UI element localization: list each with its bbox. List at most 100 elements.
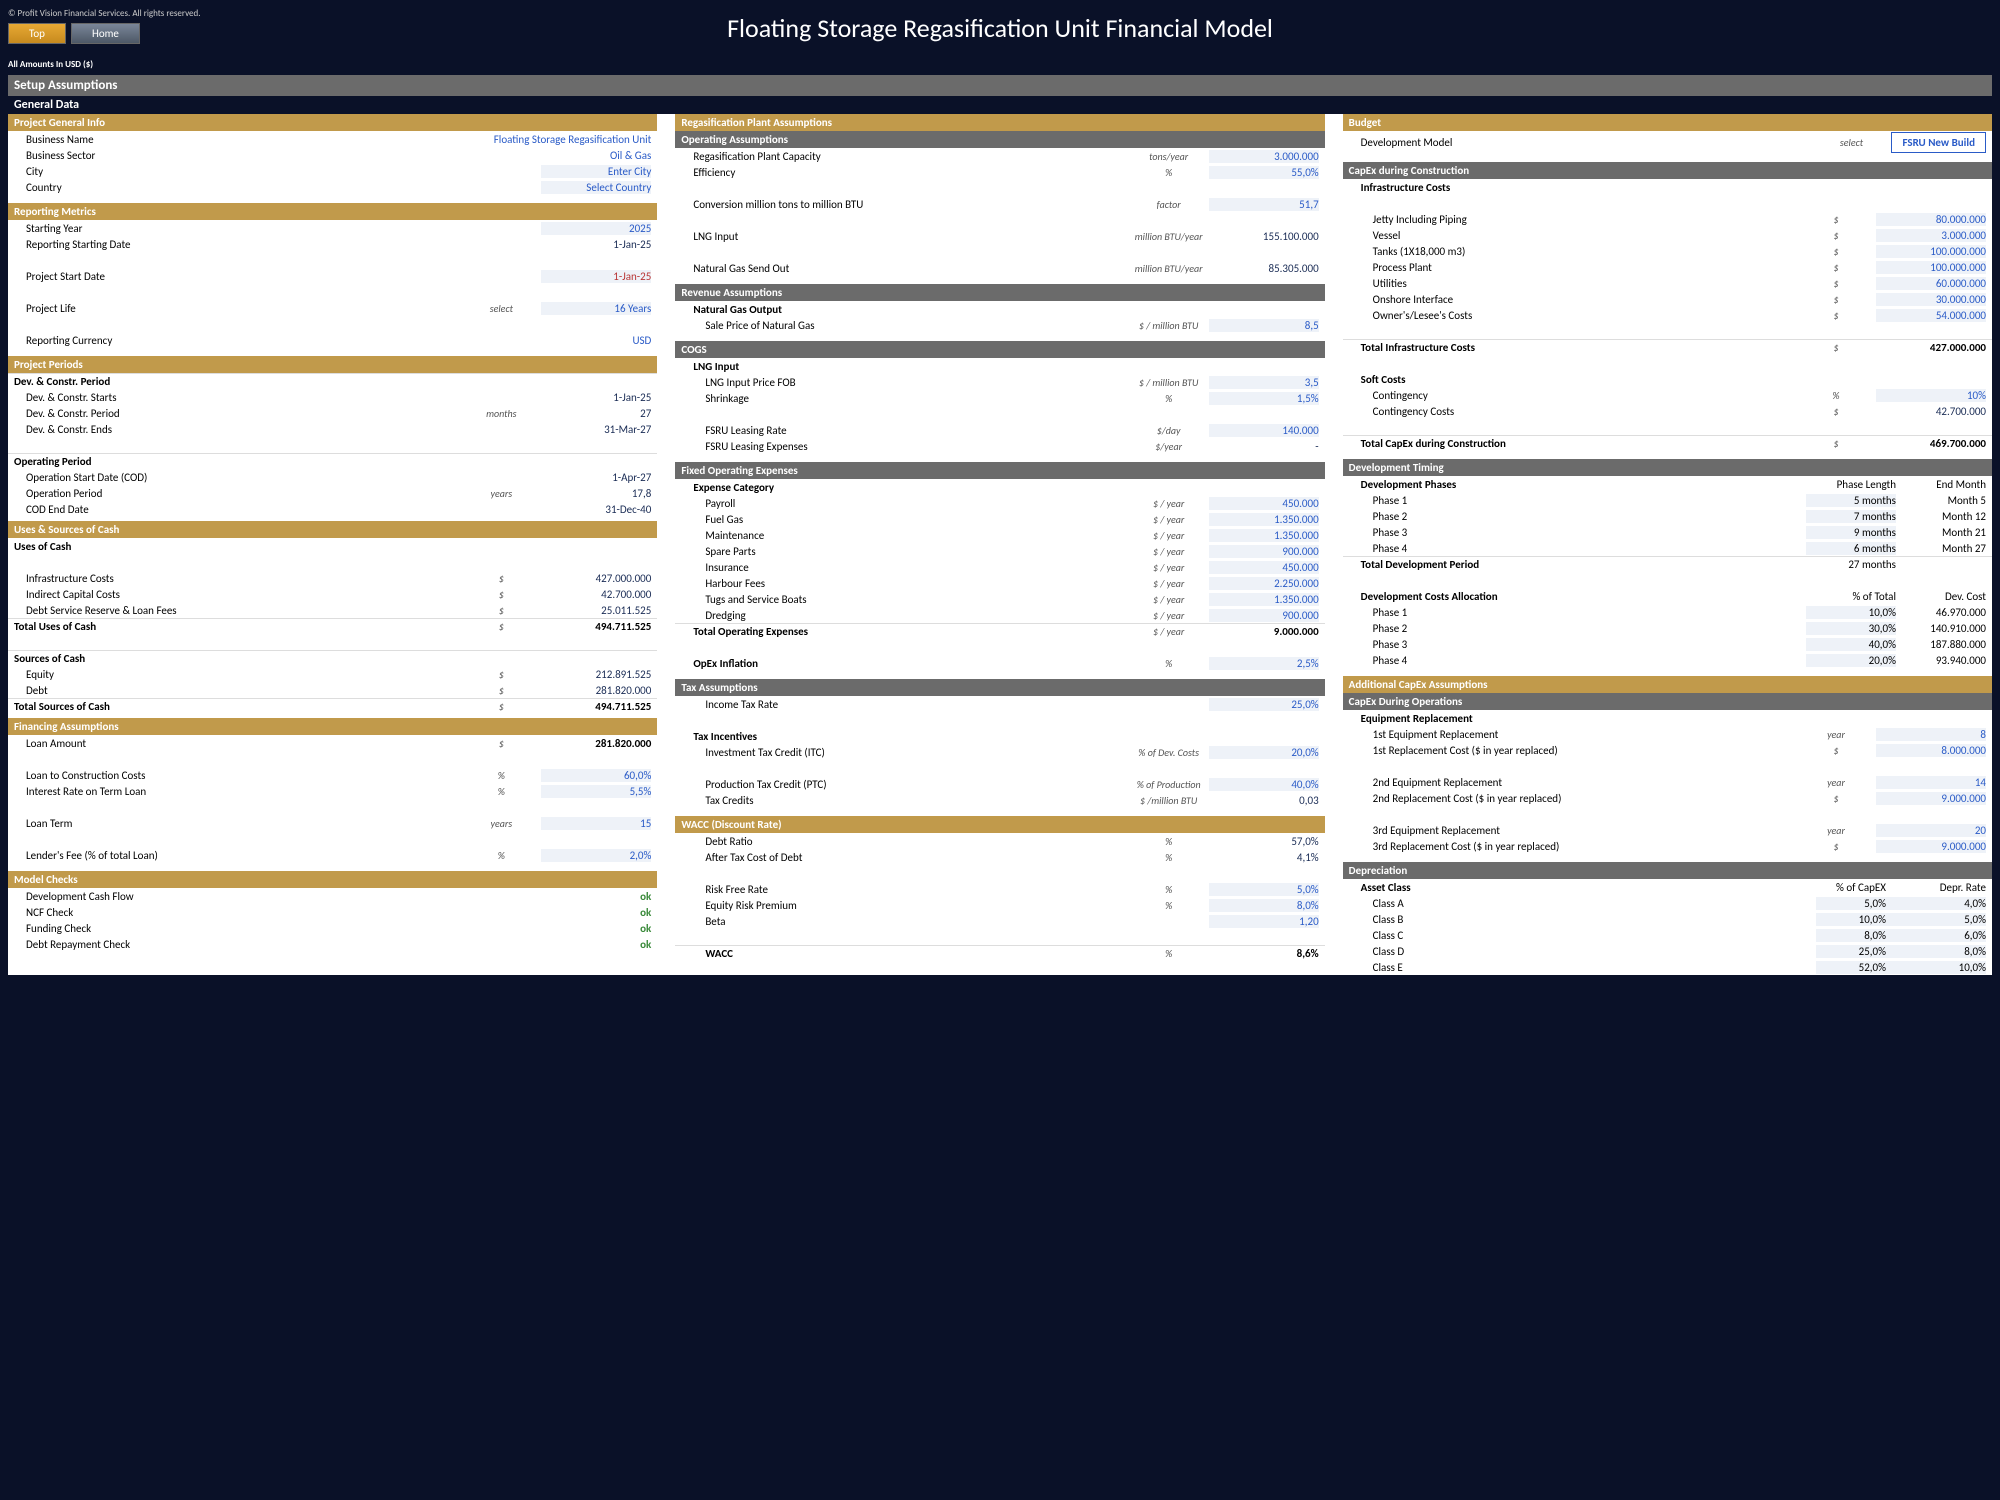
infc-label: Infrastructure Costs xyxy=(1361,181,1986,194)
sy-value[interactable]: 2025 xyxy=(541,222,651,235)
dm-value[interactable]: FSRU New Build xyxy=(1891,132,1986,153)
jip-unit: $ xyxy=(1796,213,1876,226)
mnt-value[interactable]: 1.350.000 xyxy=(1209,529,1319,542)
oi-unit: % xyxy=(1129,657,1209,670)
ptc-value[interactable]: 40,0% xyxy=(1209,778,1319,791)
dp-h2: End Month xyxy=(1896,478,1986,491)
utl-value[interactable]: 60.000.000 xyxy=(1876,277,1986,290)
utl-label: Utilities xyxy=(1373,277,1796,290)
cont-label: Contingency xyxy=(1373,389,1796,402)
home-button[interactable]: Home xyxy=(71,23,140,44)
lt-value[interactable]: 15 xyxy=(541,817,651,830)
page-title: Floating Storage Regasification Unit Fin… xyxy=(8,12,1992,44)
dd-v2[interactable]: 8,0% xyxy=(1886,945,1986,958)
e1-unit: year xyxy=(1796,728,1876,741)
bn-value[interactable]: Floating Storage Regasification Unit xyxy=(431,133,651,146)
hdr-bud: Budget xyxy=(1343,114,1992,131)
dd-label: Class D xyxy=(1373,945,1816,958)
country-value[interactable]: Select Country xyxy=(541,181,651,194)
e2-value[interactable]: 14 xyxy=(1876,776,1986,789)
c3-value[interactable]: 9.000.000 xyxy=(1876,840,1986,853)
cont-value[interactable]: 10% xyxy=(1876,389,1986,402)
de-v2[interactable]: 10,0% xyxy=(1886,961,1986,974)
tnk-value[interactable]: 100.000.000 xyxy=(1876,245,1986,258)
spp-value[interactable]: 900.000 xyxy=(1209,545,1319,558)
ins-value[interactable]: 450.000 xyxy=(1209,561,1319,574)
top-button[interactable]: Top xyxy=(8,23,66,44)
db-v1[interactable]: 10,0% xyxy=(1816,913,1886,926)
c1-value[interactable]: 8.000.000 xyxy=(1876,744,1986,757)
city-value[interactable]: Enter City xyxy=(541,165,651,178)
lcc-value[interactable]: 60,0% xyxy=(541,769,651,782)
sp-value[interactable]: 8,5 xyxy=(1209,319,1319,332)
hdr-dt: Development Timing xyxy=(1343,459,1992,476)
jip-value[interactable]: 80.000.000 xyxy=(1876,213,1986,226)
hf-value[interactable]: 2.250.000 xyxy=(1209,577,1319,590)
db-v2[interactable]: 5,0% xyxy=(1886,913,1986,926)
a3-v2: 187.880.000 xyxy=(1896,638,1986,651)
ir-value[interactable]: 5,5% xyxy=(541,785,651,798)
e1-value[interactable]: 8 xyxy=(1876,728,1986,741)
rc-value[interactable]: USD xyxy=(541,334,651,347)
a1-v1[interactable]: 10,0% xyxy=(1806,606,1896,619)
dr-label: Debt Ratio xyxy=(705,835,1128,848)
dc-v2[interactable]: 6,0% xyxy=(1886,929,1986,942)
psd-value[interactable]: 1-Jan-25 xyxy=(541,270,651,283)
pl-value[interactable]: 16 Years xyxy=(541,302,651,315)
rfr-value[interactable]: 5,0% xyxy=(1209,883,1319,896)
sc-label: Soft Costs xyxy=(1361,373,1986,386)
p4-v1[interactable]: 6 months xyxy=(1806,542,1896,555)
rc-label: Reporting Currency xyxy=(26,334,541,347)
itr-value[interactable]: 25,0% xyxy=(1209,698,1319,711)
olc-value[interactable]: 54.000.000 xyxy=(1876,309,1986,322)
icc-value: 42.700.000 xyxy=(541,588,651,601)
c2-value[interactable]: 9.000.000 xyxy=(1876,792,1986,805)
country-label: Country xyxy=(26,181,541,194)
pay-value[interactable]: 450.000 xyxy=(1209,497,1319,510)
itc-label: Investment Tax Credit (ITC) xyxy=(705,746,1128,759)
dcper-value: 27 xyxy=(541,407,651,420)
p2-v1[interactable]: 7 months xyxy=(1806,510,1896,523)
dd-v1[interactable]: 25,0% xyxy=(1816,945,1886,958)
flr-value[interactable]: 140.000 xyxy=(1209,424,1319,437)
e3-value[interactable]: 20 xyxy=(1876,824,1986,837)
tsb-value[interactable]: 1.350.000 xyxy=(1209,593,1319,606)
dca-h1: % of Total xyxy=(1806,590,1896,603)
beta-value[interactable]: 1,20 xyxy=(1209,915,1319,928)
ppl-value[interactable]: 100.000.000 xyxy=(1876,261,1986,274)
c3-label: 3rd Replacement Cost ($ in year replaced… xyxy=(1373,840,1796,853)
fg-value[interactable]: 1.350.000 xyxy=(1209,513,1319,526)
rfr-label: Risk Free Rate xyxy=(705,883,1128,896)
bs-value[interactable]: Oil & Gas xyxy=(541,149,651,162)
hdr-cxc: CapEx during Construction xyxy=(1343,162,1992,179)
rpc-value[interactable]: 3.000.000 xyxy=(1209,150,1319,163)
lf-value[interactable]: 2,0% xyxy=(541,849,651,862)
a3-v1[interactable]: 40,0% xyxy=(1806,638,1896,651)
da-v1[interactable]: 5,0% xyxy=(1816,897,1886,910)
eff-value[interactable]: 55,0% xyxy=(1209,166,1319,179)
erp-value[interactable]: 8,0% xyxy=(1209,899,1319,912)
oi2-value[interactable]: 30.000.000 xyxy=(1876,293,1986,306)
p3-v1[interactable]: 9 months xyxy=(1806,526,1896,539)
fc-label: Funding Check xyxy=(26,922,541,935)
ves-value[interactable]: 3.000.000 xyxy=(1876,229,1986,242)
shr-value[interactable]: 1,5% xyxy=(1209,392,1319,405)
da-v2[interactable]: 4,0% xyxy=(1886,897,1986,910)
ncf-label: NCF Check xyxy=(26,906,541,919)
conv-value[interactable]: 51,7 xyxy=(1209,198,1319,211)
itc-value[interactable]: 20,0% xyxy=(1209,746,1319,759)
drg-value[interactable]: 900.000 xyxy=(1209,609,1319,622)
p1-v1[interactable]: 5 months xyxy=(1806,494,1896,507)
a3-label: Phase 3 xyxy=(1373,638,1806,651)
ac-h1: % of CapEX xyxy=(1816,881,1886,894)
oi-value[interactable]: 2,5% xyxy=(1209,657,1319,670)
a2-v1[interactable]: 30,0% xyxy=(1806,622,1896,635)
dp-h1: Phase Length xyxy=(1806,478,1896,491)
dc-v1[interactable]: 8,0% xyxy=(1816,929,1886,942)
oi-label: OpEx Inflation xyxy=(693,657,1128,670)
de-v1[interactable]: 52,0% xyxy=(1816,961,1886,974)
p2-v2: Month 12 xyxy=(1896,510,1986,523)
da-label: Class A xyxy=(1373,897,1816,910)
lngp-value[interactable]: 3,5 xyxy=(1209,376,1319,389)
a4-v1[interactable]: 20,0% xyxy=(1806,654,1896,667)
